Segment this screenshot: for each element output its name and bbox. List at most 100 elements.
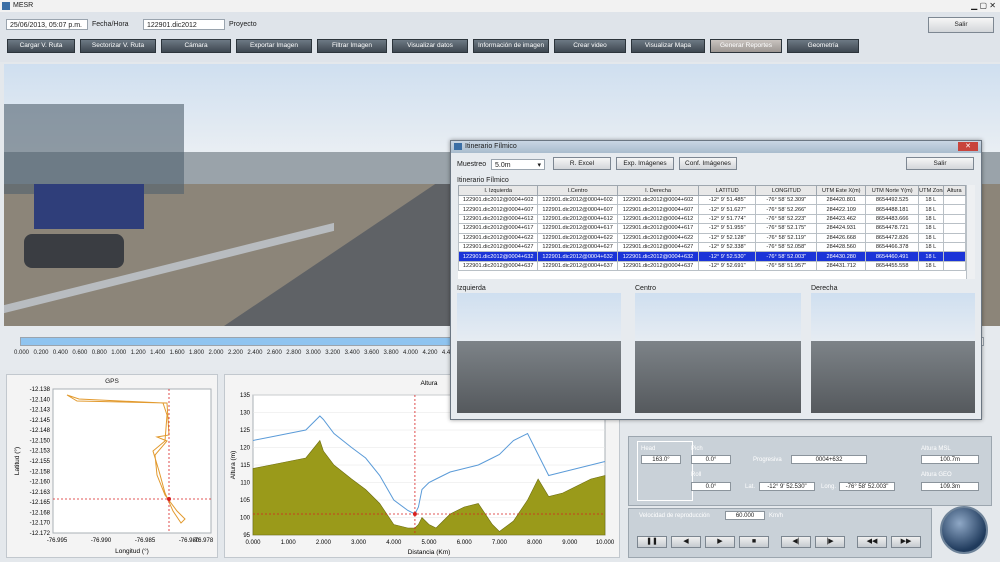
gps-xtick-label: -76.995 bbox=[47, 538, 68, 544]
table-header-cell[interactable]: UTM Zona bbox=[918, 185, 944, 196]
table-cell: 122901.dic2012@0004+612 bbox=[616, 213, 700, 225]
gps-ytick-label: -12.163 bbox=[30, 490, 51, 496]
slider-tick-label: 0.400 bbox=[52, 350, 68, 356]
table-row[interactable]: 122901.dic2012@0004+612 122901.dic2012@00… bbox=[458, 213, 967, 225]
table-cell: 8654492.525 bbox=[865, 194, 920, 206]
top-bar: 25/06/2013, 05:07 p.m. Fecha/Hora 122901… bbox=[0, 12, 1000, 36]
table-cell: 122901.dic2012@0004+627 bbox=[616, 241, 700, 253]
altura-xtick-label: 2.000 bbox=[316, 540, 332, 546]
table-header-cell[interactable]: I. Derecha bbox=[616, 185, 700, 196]
toolbar-button-0[interactable]: Cargar V. Ruta bbox=[7, 39, 75, 53]
step-back-icon[interactable]: ◀ bbox=[671, 536, 701, 548]
gps-ytick-label: -12.158 bbox=[30, 469, 51, 475]
export-images-button[interactable]: Exp. Imágenes bbox=[616, 157, 674, 170]
speed-input[interactable]: 60.000 bbox=[725, 511, 765, 520]
gps-ytick-label: -12.148 bbox=[30, 428, 51, 434]
rewind-icon[interactable]: ◀◀ bbox=[857, 536, 887, 548]
table-row[interactable]: 122901.dic2012@0004+602 122901.dic2012@00… bbox=[458, 194, 967, 206]
playback-panel: Velocidad de reproducción 60.000 Km/h ❚❚… bbox=[628, 508, 932, 558]
toolbar-button-7[interactable]: Crear video bbox=[554, 39, 626, 53]
altura-xtick-label: 1.000 bbox=[281, 540, 297, 546]
excel-report-button[interactable]: R. Excel bbox=[553, 157, 611, 170]
table-cell: 122901.dic2012@0004+602 bbox=[458, 194, 539, 206]
camera-preview-1[interactable] bbox=[635, 293, 801, 413]
gps-xtick-label: -76.990 bbox=[91, 538, 112, 544]
toolbar-button-8[interactable]: Visualizar Mapa bbox=[631, 39, 705, 53]
exit-button[interactable]: Salir bbox=[928, 17, 994, 33]
table-cell: 284430.280 bbox=[816, 251, 867, 262]
itinerario-dialog: Itinerario Fílmico ✕ Muestreo 5.0m ▾ R. … bbox=[450, 140, 982, 420]
toolbar-button-1[interactable]: Sectorizar V. Ruta bbox=[80, 39, 156, 53]
app-icon bbox=[2, 2, 10, 10]
toolbar-button-9[interactable]: Generar Reportes bbox=[710, 39, 782, 53]
table-cell: 122901.dic2012@0004+632 bbox=[458, 251, 539, 262]
slider-tick-label: 3.800 bbox=[383, 350, 399, 356]
table-row[interactable]: 122901.dic2012@0004+627 122901.dic2012@00… bbox=[458, 241, 967, 253]
table-row[interactable]: 122901.dic2012@0004+617 122901.dic2012@00… bbox=[458, 223, 967, 234]
table-row[interactable]: 122901.dic2012@0004+607 122901.dic2012@00… bbox=[458, 204, 967, 215]
datetime-field[interactable]: 25/06/2013, 05:07 p.m. bbox=[6, 19, 88, 30]
table-header-cell[interactable]: UTM Norte Y(m) bbox=[865, 185, 920, 196]
gps-ytick-label: -12.140 bbox=[30, 397, 51, 403]
toolbar-button-3[interactable]: Exportar Imagen bbox=[236, 39, 312, 53]
close-icon[interactable]: ✕ bbox=[958, 142, 978, 151]
slider-tick-label: 3.600 bbox=[364, 350, 380, 356]
altura-xtick-label: 6.000 bbox=[457, 540, 473, 546]
window-controls-icon[interactable]: ▁ ▢ ✕ bbox=[971, 0, 996, 12]
table-row[interactable]: 122901.dic2012@0004+637 122901.dic2012@00… bbox=[458, 260, 967, 272]
toolbar-button-2[interactable]: Cámara bbox=[161, 39, 231, 53]
gps-panel: GPS -12.138 -12.140 -12.143 -12.145 -12.148-… bbox=[6, 374, 218, 558]
speed-knob[interactable] bbox=[940, 506, 988, 554]
window-title: MESR bbox=[13, 2, 34, 9]
gps-plot-area bbox=[52, 388, 212, 534]
slider-tick-label: 4.200 bbox=[422, 350, 438, 356]
table-cell: 18 L bbox=[918, 204, 944, 215]
gps-ytick-label: -12.165 bbox=[30, 500, 51, 506]
table-header-cell[interactable]: I. Izquierda bbox=[458, 185, 539, 196]
config-images-button[interactable]: Conf. Imágenes bbox=[679, 157, 737, 170]
toolbar-button-5[interactable]: Visualizar datos bbox=[392, 39, 468, 53]
toolbar-button-4[interactable]: Filtrar Imagen bbox=[317, 39, 387, 53]
table-header-cell[interactable]: I.Centro bbox=[537, 185, 618, 196]
table-header-cell[interactable]: UTM Este X(m) bbox=[816, 185, 867, 196]
table-row[interactable]: 122901.dic2012@0004+632 122901.dic2012@00… bbox=[458, 251, 967, 262]
table-cell: 8654472.826 bbox=[865, 232, 920, 243]
table-cell: 8654483.666 bbox=[865, 213, 920, 225]
long-label: Long. bbox=[821, 484, 837, 490]
toolbar-button-10[interactable]: Geometría bbox=[787, 39, 859, 53]
project-field[interactable]: 122901.dic2012 bbox=[143, 19, 225, 30]
camera-preview-0[interactable] bbox=[457, 293, 621, 413]
altura-ytick-label: 100 bbox=[240, 516, 251, 522]
table-cell: -12° 9' 51.485" bbox=[698, 194, 757, 206]
altura-ytick-label: 125 bbox=[240, 428, 251, 434]
table-cell: -12° 9' 52.530" bbox=[698, 251, 757, 262]
gps-ytick-label: -12.155 bbox=[30, 459, 51, 465]
camera-preview-2[interactable] bbox=[811, 293, 975, 413]
table-cell: 18 L bbox=[918, 213, 944, 225]
stop-icon[interactable]: ■ bbox=[739, 536, 769, 548]
slider-tick-label: 1.200 bbox=[130, 350, 146, 356]
pitch-label: Pich bbox=[691, 446, 703, 452]
dialog-exit-button[interactable]: Salir bbox=[906, 157, 974, 170]
table-header-cell[interactable]: LONGITUD bbox=[755, 185, 818, 196]
next-frame-icon[interactable]: |▶ bbox=[815, 536, 845, 548]
fast-forward-icon[interactable]: ▶▶ bbox=[891, 536, 921, 548]
slider-tick-label: 1.000 bbox=[111, 350, 127, 356]
altura-ytick-label: 130 bbox=[240, 411, 251, 417]
table-row[interactable]: 122901.dic2012@0004+622 122901.dic2012@00… bbox=[458, 232, 967, 243]
table-scrollbar[interactable] bbox=[966, 185, 975, 279]
pause-icon[interactable]: ❚❚ bbox=[637, 536, 667, 548]
table-header-cell[interactable]: LATITUD bbox=[698, 185, 757, 196]
slider-tick-label: 3.000 bbox=[305, 350, 321, 356]
chevron-down-icon: ▾ bbox=[537, 162, 541, 169]
altura-ytick-label: 135 bbox=[240, 393, 251, 399]
gps-ytick-label: -12.138 bbox=[30, 387, 51, 393]
toolbar-button-6[interactable]: Información de imagen bbox=[473, 39, 549, 53]
play-icon[interactable]: ▶ bbox=[705, 536, 735, 548]
prev-frame-icon[interactable]: ◀| bbox=[781, 536, 811, 548]
slider-tick-label: 2.000 bbox=[208, 350, 224, 356]
table-cell: 18 L bbox=[918, 194, 944, 206]
sample-select[interactable]: 5.0m ▾ bbox=[491, 159, 545, 170]
table-header-cell[interactable]: Altura bbox=[942, 185, 967, 196]
table-cell: -12° 9' 51.774" bbox=[698, 213, 757, 225]
